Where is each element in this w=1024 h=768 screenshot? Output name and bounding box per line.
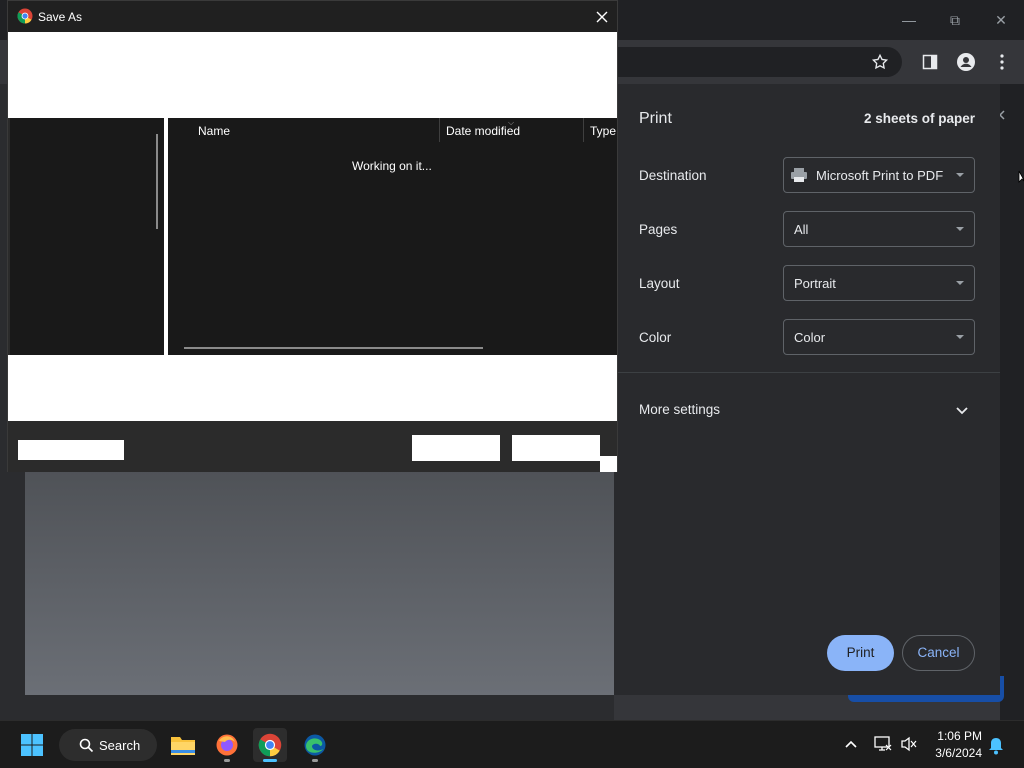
- volume-muted-icon[interactable]: [900, 736, 918, 752]
- dialog-title: Save As: [38, 10, 83, 24]
- firefox-icon[interactable]: [210, 728, 244, 762]
- caret-down-icon: [956, 281, 964, 285]
- close-icon[interactable]: [592, 7, 612, 27]
- destination-select[interactable]: Microsoft Print to PDF: [783, 157, 975, 193]
- caret-down-icon: [956, 227, 964, 231]
- edge-icon[interactable]: [298, 728, 332, 762]
- color-select[interactable]: Color: [783, 319, 975, 355]
- destination-value: Microsoft Print to PDF: [816, 168, 944, 183]
- chevron-up-icon[interactable]: [845, 739, 857, 749]
- app-active-indicator: [263, 759, 277, 762]
- browser-edge: [998, 84, 1024, 720]
- clock-time[interactable]: 1:06 PM: [930, 729, 982, 743]
- taskbar-search[interactable]: Search: [59, 729, 157, 761]
- column-separator[interactable]: [583, 118, 584, 142]
- hide-folders-button[interactable]: [18, 440, 124, 460]
- print-preview-page: [25, 470, 614, 695]
- chrome-icon: [17, 8, 33, 24]
- mouse-cursor-icon: [1018, 170, 1024, 183]
- file-explorer-icon[interactable]: [166, 728, 200, 762]
- pages-label: Pages: [639, 222, 678, 237]
- column-header-name[interactable]: Name: [198, 124, 230, 138]
- chevron-down-icon[interactable]: [954, 402, 970, 418]
- nav-scrollbar[interactable]: [156, 134, 158, 229]
- divider: [614, 372, 1000, 373]
- chrome-taskbar-icon[interactable]: [253, 728, 287, 762]
- printer-icon: [791, 168, 807, 182]
- layout-select[interactable]: Portrait: [783, 265, 975, 301]
- sheets-count: 2 sheets of paper: [863, 111, 975, 126]
- print-title: Print: [639, 110, 672, 127]
- dialog-footer: [8, 421, 617, 472]
- minimize-icon[interactable]: —: [894, 8, 924, 32]
- column-separator[interactable]: [439, 118, 440, 142]
- loading-status: Working on it...: [352, 159, 432, 173]
- app-running-indicator: [224, 759, 230, 762]
- navigation-pane[interactable]: [10, 118, 164, 355]
- windows-start-icon[interactable]: [20, 733, 44, 757]
- taskbar: Search 1:06 PM 3/6/2024: [0, 720, 1024, 768]
- destination-label: Destination: [639, 168, 707, 183]
- print-settings-panel: Print 2 sheets of paper Destination Micr…: [614, 84, 1000, 695]
- layout-label: Layout: [639, 276, 680, 291]
- search-label: Search: [99, 738, 141, 753]
- pages-value: All: [794, 222, 809, 237]
- app-running-indicator: [312, 759, 318, 762]
- dialog-cancel-button[interactable]: [512, 435, 600, 461]
- save-button[interactable]: [412, 435, 500, 461]
- more-settings-toggle[interactable]: More settings: [639, 402, 720, 417]
- close-window-icon[interactable]: ✕: [986, 8, 1016, 32]
- chrome-menu-icon[interactable]: [990, 50, 1014, 74]
- file-list-pane[interactable]: Name ⌵ Date modified Type Working on it.…: [168, 118, 617, 355]
- dialog-filename-area: [8, 355, 617, 421]
- pages-select[interactable]: All: [783, 211, 975, 247]
- clock-date[interactable]: 3/6/2024: [925, 746, 982, 760]
- profile-avatar-icon[interactable]: [954, 50, 978, 74]
- column-header-type[interactable]: Type: [590, 124, 616, 138]
- search-icon: [79, 738, 94, 753]
- notification-bell-icon[interactable]: [988, 737, 1004, 755]
- side-panel-icon[interactable]: [918, 50, 942, 74]
- restore-icon[interactable]: ⧉: [940, 8, 970, 32]
- resize-grip[interactable]: [600, 456, 617, 472]
- caret-down-icon: [956, 335, 964, 339]
- address-bar[interactable]: [612, 47, 902, 77]
- print-button[interactable]: Print: [827, 635, 894, 671]
- bookmark-star-icon[interactable]: [868, 50, 892, 74]
- network-icon[interactable]: [874, 736, 892, 752]
- save-as-dialog: Save As Name ⌵ Date modified Type Workin…: [7, 0, 618, 472]
- column-header-date-modified[interactable]: Date modified: [446, 124, 520, 138]
- caret-down-icon: [956, 173, 964, 177]
- layout-value: Portrait: [794, 276, 836, 291]
- color-label: Color: [639, 330, 672, 345]
- cancel-button[interactable]: Cancel: [902, 635, 975, 671]
- horizontal-scrollbar[interactable]: [184, 347, 483, 349]
- dialog-address-area: [8, 32, 617, 118]
- color-value: Color: [794, 330, 826, 345]
- dialog-titlebar: Save As: [8, 1, 617, 32]
